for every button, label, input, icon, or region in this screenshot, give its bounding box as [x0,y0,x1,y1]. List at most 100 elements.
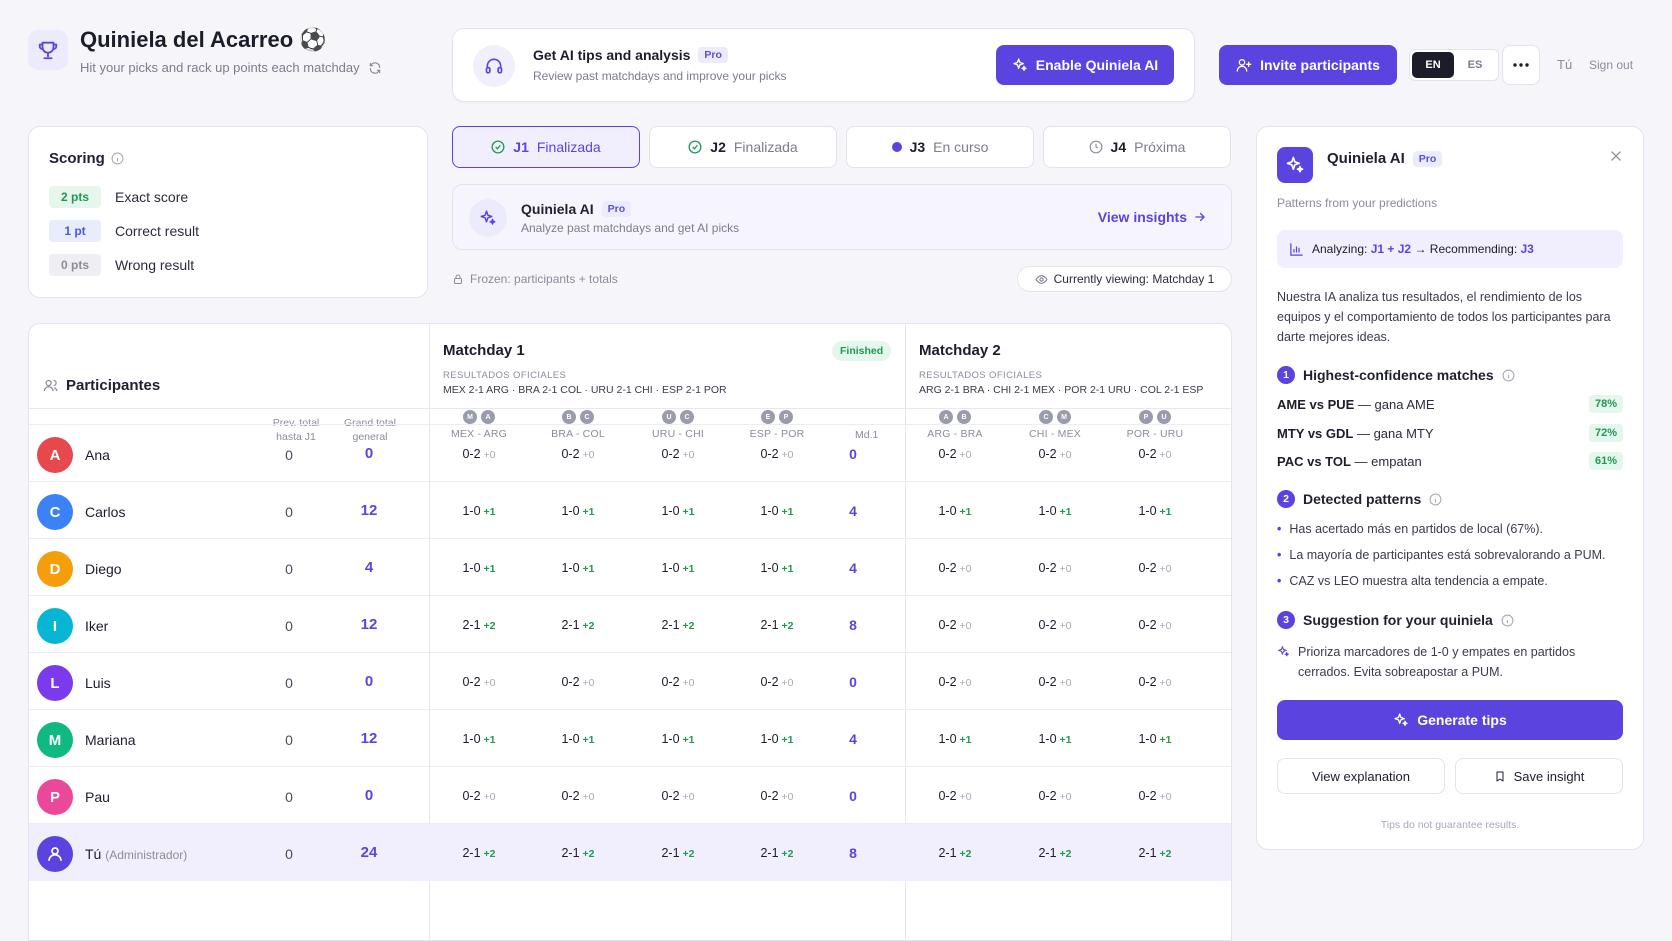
bookmark-icon [1494,770,1506,783]
pick-cell[interactable]: 2-1 +2 [430,846,528,860]
pick-cell[interactable]: 1-0 +1 [728,504,826,518]
pick-cell[interactable]: 0-2 +0 [1106,561,1204,575]
user-plus-icon [1236,57,1252,73]
pick-cell[interactable]: 1-0 +1 [629,732,727,746]
pick-cell[interactable]: 0-2 +0 [906,447,1004,461]
pick-cell[interactable]: 2-1 +2 [629,618,727,632]
grand-total: 0 [364,445,374,462]
pick-cell[interactable]: 1-0 +1 [906,504,1004,518]
pro-badge: Pro [601,201,632,217]
pick-cell[interactable]: 1-0 +1 [728,561,826,575]
pick-cell[interactable]: 0-2 +0 [1106,789,1204,803]
tab-j3[interactable]: J3 En curso [846,126,1034,168]
ai-promo-card: Get AI tips and analysis Pro Review past … [452,28,1195,102]
pick-cell[interactable]: 0-2 +0 [1006,789,1104,803]
pick-cell[interactable]: 2-1 +2 [906,846,1004,860]
panel-intro: Nuestra IA analiza tus resultados, el re… [1277,290,1611,344]
tab-j2[interactable]: J2 Finalizada [649,126,837,168]
more-menu-button[interactable] [1502,45,1540,85]
info-icon[interactable] [1502,369,1515,382]
pick-cell[interactable]: 0-2 +0 [1106,618,1204,632]
pick-cell[interactable]: 0-2 +0 [728,675,826,689]
pick-cell[interactable]: 0-2 +0 [1006,675,1104,689]
lang-es[interactable]: ES [1454,52,1496,78]
info-icon[interactable] [111,152,124,165]
pick-cell[interactable]: 0-2 +0 [1106,447,1204,461]
pick-cell[interactable]: 0-2 +0 [629,789,727,803]
pick-cell[interactable]: 0-2 +0 [629,675,727,689]
ai-insights-banner: Quiniela AI Pro Analyze past matchdays an… [452,184,1232,250]
pick-cell[interactable]: 2-1 +2 [529,846,627,860]
pick-cell[interactable]: 1-0 +1 [629,504,727,518]
pattern-item: • CAZ vs LEO muestra alta tendencia a emp… [1277,574,1548,588]
avatar: A [37,437,73,473]
lang-en[interactable]: EN [1412,52,1454,78]
pick-cell[interactable]: 0-2 +0 [529,675,627,689]
pick-cell[interactable]: 0-2 +0 [1006,447,1104,461]
pick-cell[interactable]: 0-2 +0 [430,447,528,461]
pick-cell[interactable]: 0-2 +0 [906,675,1004,689]
pick-cell[interactable]: 1-0 +1 [1006,504,1104,518]
pick-cell[interactable]: 2-1 +2 [529,618,627,632]
info-icon[interactable] [1429,493,1442,506]
avatar: C [37,494,73,530]
pick-cell[interactable]: 1-0 +1 [1006,732,1104,746]
pick-cell[interactable]: 0-2 +0 [430,789,528,803]
pick-cell[interactable]: 1-0 +1 [629,561,727,575]
participant-name: Tú (Administrador) [85,846,188,862]
info-icon[interactable] [1501,614,1514,627]
frozen-note: Frozen: participants + totals [452,272,618,286]
tab-j4[interactable]: J4 Próxima [1043,126,1231,168]
pro-badge: Pro [698,47,728,63]
matchday-2-title: Matchday 2 [919,342,1001,359]
prev-total: 0 [285,846,293,862]
sign-out-link[interactable]: Sign out [1589,58,1633,72]
sparkle-icon [1277,645,1290,682]
pick-cell[interactable]: 2-1 +2 [430,618,528,632]
pick-cell[interactable]: 2-1 +2 [728,846,826,860]
ai-promo-title: Get AI tips and analysis [533,47,691,63]
pick-cell[interactable]: 1-0 +1 [529,504,627,518]
pick-cell[interactable]: 0-2 +0 [906,618,1004,632]
pick-cell[interactable]: 1-0 +1 [1106,504,1204,518]
pick-cell[interactable]: 2-1 +2 [1106,846,1204,860]
analyzing-banner: Analyzing: J1 + J2 → Recommending: J3 [1277,230,1623,268]
matchday-total: 4 [849,731,857,747]
refresh-icon[interactable] [368,61,382,75]
pick-cell[interactable]: 0-2 +0 [728,447,826,461]
pick-cell[interactable]: 1-0 +1 [728,732,826,746]
check-circle-icon [688,140,702,154]
pick-cell[interactable]: 2-1 +2 [629,846,727,860]
pick-cell[interactable]: 0-2 +0 [430,675,528,689]
pick-cell[interactable]: 1-0 +1 [430,504,528,518]
save-insight-button[interactable]: Save insight [1455,758,1623,794]
pick-cell[interactable]: 0-2 +0 [728,789,826,803]
avatar: L [37,665,73,701]
pick-cell[interactable]: 0-2 +0 [906,789,1004,803]
pick-cell[interactable]: 1-0 +1 [1106,732,1204,746]
matchday-1-results: MEX 2-1 ARG · BRA 2-1 COL · URU 2-1 CHI … [443,384,727,396]
tab-j1[interactable]: J1 Finalizada [452,126,640,168]
pick-cell[interactable]: 0-2 +0 [1106,675,1204,689]
score-rule: 0 pts Wrong result [49,254,194,276]
view-explanation-button[interactable]: View explanation [1277,758,1445,794]
pick-cell[interactable]: 1-0 +1 [430,561,528,575]
pick-cell[interactable]: 1-0 +1 [906,732,1004,746]
pick-cell[interactable]: 2-1 +2 [1006,846,1104,860]
invite-participants-button[interactable]: Invite participants [1219,45,1397,85]
pick-cell[interactable]: 0-2 +0 [906,561,1004,575]
pick-cell[interactable]: 0-2 +0 [1006,561,1104,575]
enable-ai-button[interactable]: Enable Quiniela AI [996,45,1174,85]
pick-cell[interactable]: 1-0 +1 [430,732,528,746]
pick-cell[interactable]: 1-0 +1 [529,561,627,575]
pick-cell[interactable]: 1-0 +1 [529,732,627,746]
pick-cell[interactable]: 0-2 +0 [1006,618,1104,632]
grand-total: 12 [360,730,378,747]
generate-tips-button[interactable]: Generate tips [1277,700,1623,740]
pick-cell[interactable]: 0-2 +0 [529,447,627,461]
pick-cell[interactable]: 0-2 +0 [629,447,727,461]
close-icon[interactable] [1609,149,1623,163]
view-insights-link[interactable]: View insights [1098,209,1207,225]
pick-cell[interactable]: 2-1 +2 [728,618,826,632]
pick-cell[interactable]: 0-2 +0 [529,789,627,803]
